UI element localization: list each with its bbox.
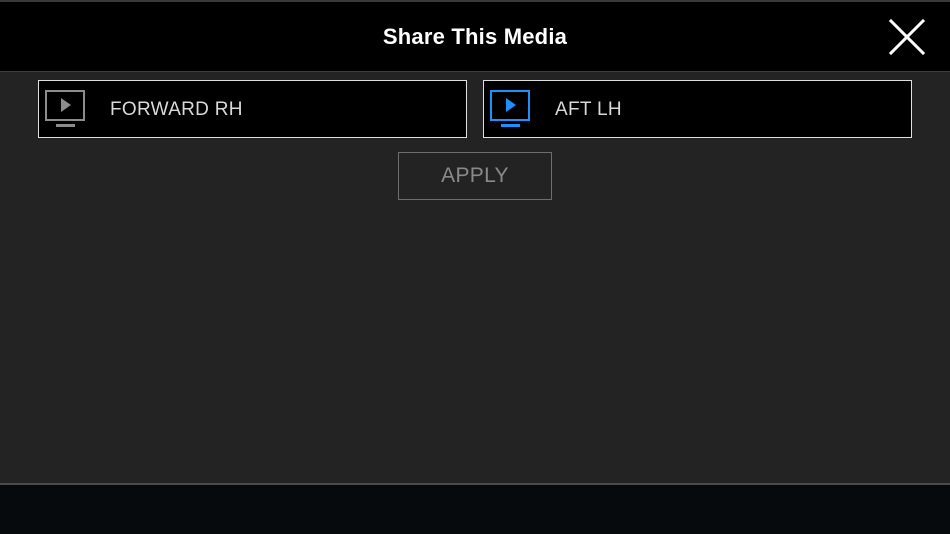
header-bar: Share This Media (0, 0, 950, 72)
apply-button[interactable]: APPLY (398, 152, 552, 200)
device-label: FORWARD RH (110, 99, 243, 120)
device-option-forward-rh[interactable]: FORWARD RH (38, 80, 467, 138)
screen-play-icon (490, 90, 532, 130)
close-button[interactable] (886, 16, 928, 58)
device-option-aft-lh[interactable]: AFT LH (483, 80, 912, 138)
page-title: Share This Media (382, 24, 568, 49)
device-label: AFT LH (555, 99, 622, 120)
footer-bar (0, 483, 950, 534)
share-media-screen: Share This Media FORWARD RH AFT LH APPLY (0, 0, 950, 534)
screen-play-icon (45, 90, 87, 130)
close-icon (888, 18, 926, 56)
